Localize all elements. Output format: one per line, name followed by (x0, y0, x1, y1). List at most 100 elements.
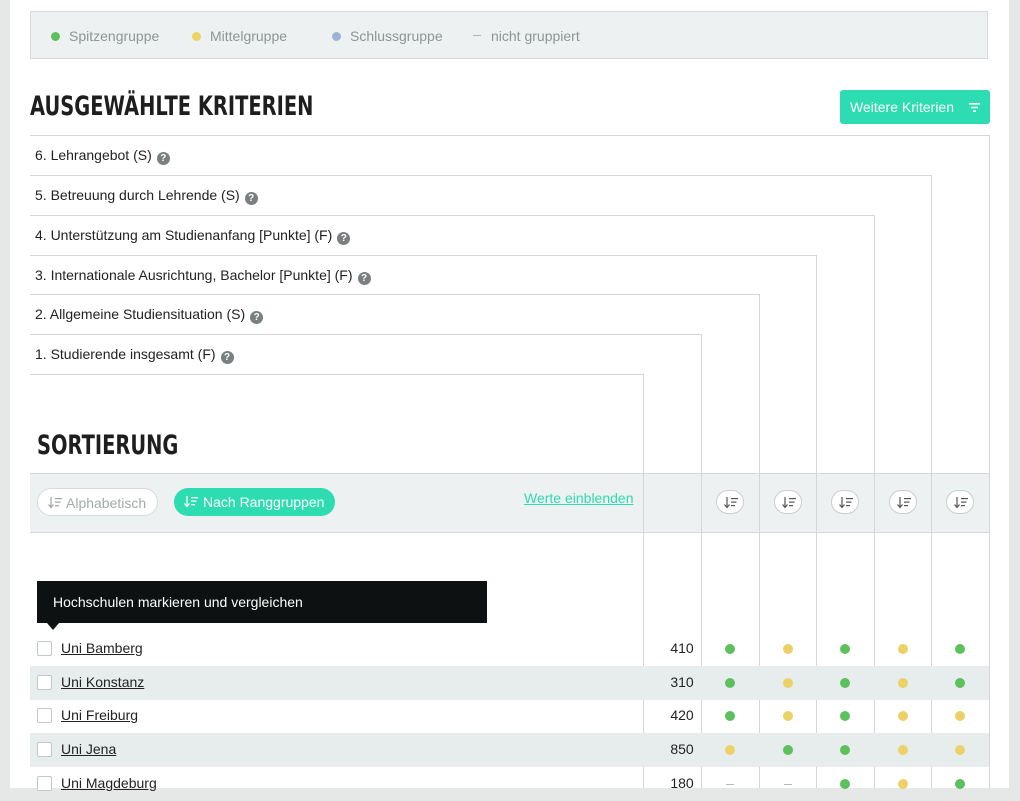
not-grouped-dash-icon (784, 784, 792, 785)
sort-alphabetical-label: Alphabetisch (66, 495, 147, 511)
sort-rank-groups-label: Nach Ranggruppen (203, 494, 325, 510)
help-icon[interactable]: ? (220, 351, 234, 364)
top-group-dot-icon (955, 678, 965, 688)
legend-label-top: Spitzengruppe (69, 28, 160, 44)
mid-group-dot-icon (898, 711, 908, 721)
university-link[interactable]: Uni Jena (61, 741, 116, 757)
legend-label-none: nicht gruppiert (491, 28, 580, 44)
column-sort-button[interactable] (774, 490, 802, 514)
compare-checkbox[interactable] (37, 641, 52, 656)
table-row: Uni Freiburg 420 (30, 699, 989, 733)
column-divider (989, 135, 990, 788)
filter-icon (969, 103, 980, 112)
student-count: 850 (670, 741, 694, 757)
show-values-link[interactable]: Werte einblenden (524, 490, 633, 506)
sorting-title: SORTIERUNG (37, 430, 179, 461)
not-grouped-dash-icon (726, 784, 734, 785)
student-count: 180 (670, 775, 694, 791)
sort-icon (48, 497, 62, 509)
criteria-divider (30, 294, 759, 295)
help-icon[interactable]: ? (337, 232, 351, 245)
compare-checkbox[interactable] (37, 742, 52, 757)
criterion-label: 6. Lehrangebot (S) (35, 147, 152, 163)
top-group-dot-icon (725, 644, 735, 654)
bottom-group-dot-icon (332, 32, 341, 41)
top-group-dot-icon (725, 711, 735, 721)
student-count: 310 (670, 674, 694, 690)
column-sort-button[interactable] (889, 490, 917, 514)
table-row: Uni Bamberg 410 (30, 632, 989, 666)
criteria-divider (30, 135, 989, 136)
top-group-dot-icon (840, 745, 850, 755)
university-link[interactable]: Uni Konstanz (61, 674, 144, 690)
not-grouped-dash-icon (473, 35, 481, 36)
mid-group-dot-icon (955, 711, 965, 721)
university-link[interactable]: Uni Magdeburg (61, 775, 157, 791)
legend-label-mid: Mittelgruppe (210, 28, 288, 44)
top-group-dot-icon (840, 678, 850, 688)
help-icon[interactable]: ? (357, 272, 371, 285)
table-row: Uni Konstanz 310 (30, 666, 989, 700)
legend: Spitzengruppe Mittelgruppe Schlussgruppe… (30, 11, 988, 59)
sort-icon (724, 497, 738, 509)
mid-group-dot-icon (783, 644, 793, 654)
sort-icon (184, 496, 198, 508)
column-sort-button[interactable] (831, 490, 859, 514)
sort-alphabetical-button[interactable]: Alphabetisch (37, 488, 158, 516)
compare-tooltip: Hochschulen markieren und vergleichen (37, 581, 487, 623)
student-count: 420 (670, 707, 694, 723)
criterion-2[interactable]: 2. Allgemeine Studiensituation (S)? (35, 306, 264, 324)
top-group-dot-icon (840, 711, 850, 721)
top-group-dot-icon (783, 745, 793, 755)
toolbar-bottom-border (30, 532, 989, 533)
criteria-divider (30, 255, 816, 256)
criterion-label: 1. Studierende insgesamt (F) (35, 346, 216, 362)
tooltip-arrow (47, 623, 59, 630)
more-criteria-button[interactable]: Weitere Kriterien (840, 90, 990, 124)
criterion-4[interactable]: 4. Unterstützung am Studienanfang [Punkt… (35, 227, 351, 245)
mid-group-dot-icon (898, 745, 908, 755)
criterion-6[interactable]: 6. Lehrangebot (S)? (35, 147, 170, 165)
compare-checkbox[interactable] (37, 708, 52, 723)
sort-icon (897, 497, 911, 509)
criterion-1[interactable]: 1. Studierende insgesamt (F)? (35, 346, 234, 364)
mid-group-dot-icon (898, 678, 908, 688)
toolbar-top-border (30, 473, 989, 474)
criterion-3[interactable]: 3. Internationale Ausrichtung, Bachelor … (35, 267, 371, 285)
help-icon[interactable]: ? (250, 311, 264, 324)
help-icon[interactable]: ? (156, 152, 170, 165)
criterion-label: 2. Allgemeine Studiensituation (S) (35, 306, 246, 322)
criteria-divider (30, 334, 701, 335)
top-group-dot-icon (955, 644, 965, 654)
help-icon[interactable]: ? (244, 192, 258, 205)
top-group-dot-icon (725, 678, 735, 688)
table-row: Uni Jena 850 (30, 733, 989, 767)
compare-checkbox[interactable] (37, 675, 52, 690)
mid-group-dot-icon (955, 745, 965, 755)
criterion-label: 5. Betreuung durch Lehrende (S) (35, 187, 240, 203)
criterion-5[interactable]: 5. Betreuung durch Lehrende (S)? (35, 187, 258, 205)
mid-group-dot-icon (783, 678, 793, 688)
column-sort-button[interactable] (716, 490, 744, 514)
criteria-title: AUSGEWÄHLTE KRITERIEN (30, 91, 314, 122)
university-link[interactable]: Uni Bamberg (61, 640, 143, 656)
student-count: 410 (670, 640, 694, 656)
sort-icon (954, 497, 968, 509)
criterion-label: 4. Unterstützung am Studienanfang [Punkt… (35, 227, 333, 243)
ranking-panel: Spitzengruppe Mittelgruppe Schlussgruppe… (10, 0, 1009, 791)
mid-group-dot-icon (898, 644, 908, 654)
sort-rank-groups-button[interactable]: Nach Ranggruppen (174, 488, 335, 516)
criteria-divider (30, 374, 643, 375)
mid-group-dot-icon (725, 745, 735, 755)
column-sort-button[interactable] (946, 490, 974, 514)
legend-label-bottom: Schlussgruppe (350, 28, 443, 44)
top-group-dot-icon (51, 32, 60, 41)
sort-icon (839, 497, 853, 509)
top-group-dot-icon (840, 644, 850, 654)
criteria-divider (30, 175, 931, 176)
compare-checkbox[interactable] (37, 776, 52, 791)
university-link[interactable]: Uni Freiburg (61, 707, 138, 723)
sort-icon (782, 497, 796, 509)
mid-group-dot-icon (783, 711, 793, 721)
table-row: Uni Magdeburg 180 (30, 767, 989, 801)
